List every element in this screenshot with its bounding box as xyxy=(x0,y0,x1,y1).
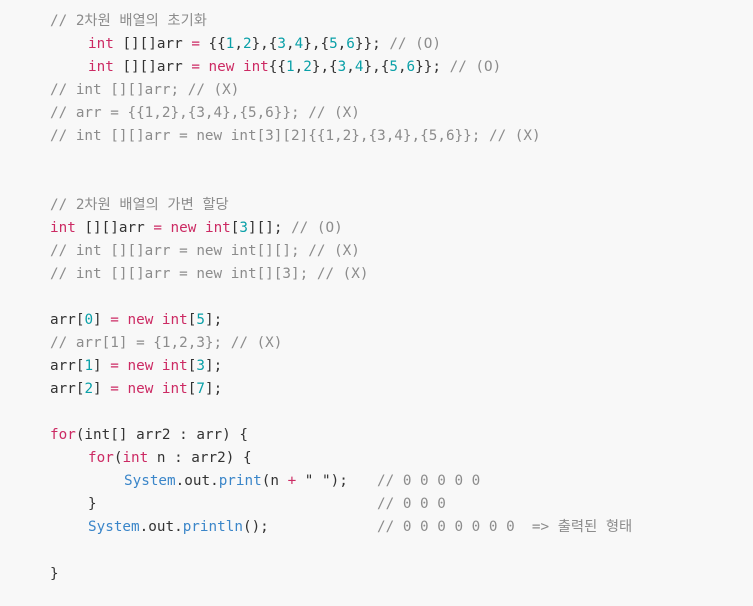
comment-line: // arr[1] = {1,2,3}; // (X) xyxy=(50,335,283,351)
comment-output-2: // 0 0 0 xyxy=(377,496,446,512)
code-block: // 2차원 배열의 초기화 int [][]arr = {{1,2},{3,4… xyxy=(0,0,753,606)
comment-section-init: // 2차원 배열의 초기화 xyxy=(50,13,207,29)
code-line-println: System.out.println(); xyxy=(88,519,269,535)
comment-line: // int [][]arr = new int[][]; // (X) xyxy=(50,243,360,259)
code-line-init-1: int [][]arr = {{1,2},{3,4},{5,6}}; // (O… xyxy=(88,36,441,52)
code-line-var-decl: int [][]arr = new int[3][]; // (O) xyxy=(50,220,343,236)
comment-line: // int [][]arr = new int[][3]; // (X) xyxy=(50,266,369,282)
code-line-for-outer: for(int[] arr2 : arr) { xyxy=(50,427,248,443)
comment-line: // arr = {{1,2},{3,4},{5,6}}; // (X) xyxy=(50,105,360,121)
comment-output-1: // 0 0 0 0 0 xyxy=(377,473,481,489)
code-line-for-inner: for(int n : arr2) { xyxy=(88,450,252,466)
code-line-close-inner: } xyxy=(88,496,97,512)
code-line-print: System.out.print(n + " "); xyxy=(124,473,348,489)
comment-line: // int [][]arr = new int[3][2]{{1,2},{3,… xyxy=(50,128,541,144)
code-line-arr0: arr[0] = new int[5]; xyxy=(50,312,223,328)
code-line-init-2: int [][]arr = new int{{1,2},{3,4},{5,6}}… xyxy=(88,59,502,75)
code-line-arr1: arr[1] = new int[3]; xyxy=(50,358,223,374)
comment-output-3: // 0 0 0 0 0 0 0 => 출력된 형태 xyxy=(377,519,633,535)
code-line-arr2: arr[2] = new int[7]; xyxy=(50,381,223,397)
comment-line: // int [][]arr; // (X) xyxy=(50,82,240,98)
comment-section-var: // 2차원 배열의 가변 할당 xyxy=(50,197,229,213)
code-line-close-outer: } xyxy=(50,566,59,582)
